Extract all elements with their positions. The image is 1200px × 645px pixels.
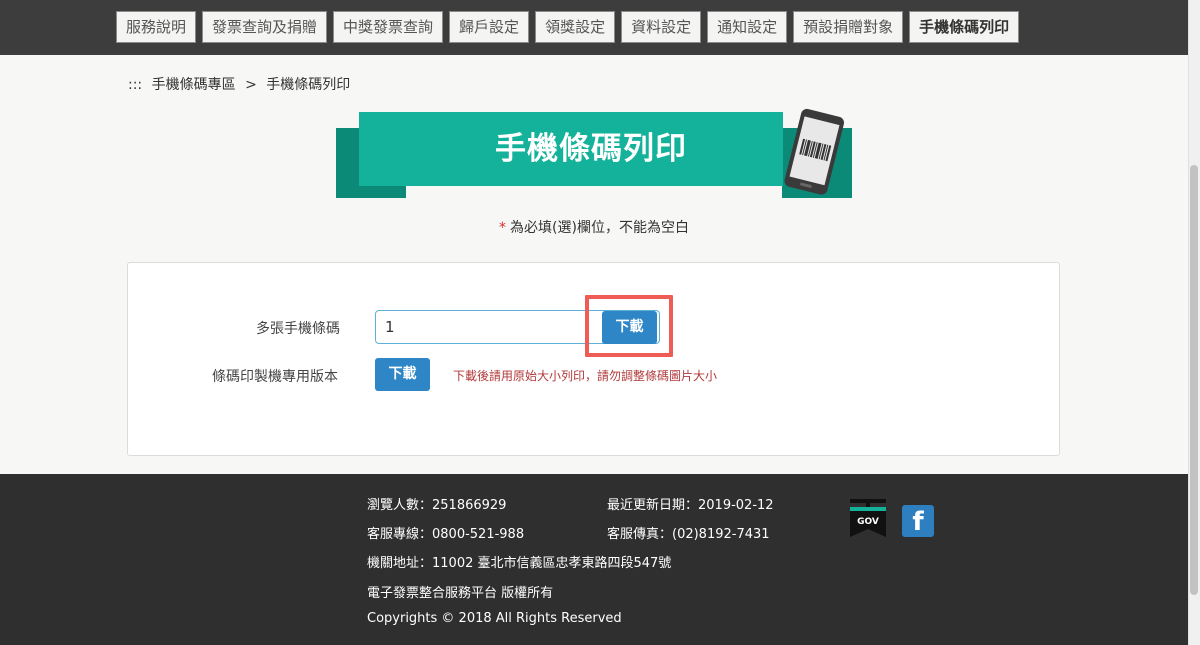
footer-platform: 電子發票整合服務平台 版權所有 (367, 586, 554, 601)
nav-item-carrier-setting[interactable]: 歸戶設定 (449, 11, 530, 43)
footer-hotline: 客服專線：0800-521-988 (367, 527, 525, 542)
footer-fax: 客服傳真：(02)8192-7431 (607, 527, 770, 542)
nav-item-prize-setting[interactable]: 領獎設定 (535, 11, 616, 43)
gov-icon-label: GOV (857, 517, 879, 527)
footer-address: 機關地址：11002 臺北市信義區忠孝東路四段547號 (367, 556, 672, 571)
highlight-box (585, 295, 673, 357)
gov-icon[interactable]: GOV (848, 499, 888, 539)
multi-barcode-label: 多張手機條碼 (256, 321, 340, 337)
nav-item-default-donation[interactable]: 預設捐贈對象 (793, 11, 904, 43)
breadcrumb-prefix: ::: (128, 77, 143, 93)
nav-item-service-info[interactable]: 服務說明 (116, 11, 197, 43)
nav-item-barcode-print[interactable]: 手機條碼列印 (909, 11, 1020, 43)
scrollbar-thumb[interactable] (1190, 165, 1198, 595)
breadcrumb-separator: > (245, 77, 257, 93)
required-note-text: 為必填(選)欄位，不能為空白 (510, 220, 689, 236)
page-banner: 手機條碼列印 (336, 108, 852, 198)
print-size-warning: 下載後請用原始大小列印，請勿調整條碼圖片大小 (453, 369, 718, 383)
required-star: * (499, 220, 507, 236)
footer-copyright: Copyrights © 2018 All Rights Reserved (367, 611, 622, 626)
phone-barcode-icon (784, 108, 845, 195)
form-panel (127, 262, 1060, 456)
breadcrumb-section[interactable]: 手機條碼專區 (152, 77, 236, 93)
required-fields-note: * 為必填(選)欄位，不能為空白 (0, 217, 1188, 237)
footer-visitors: 瀏覽人數：251866929 (367, 498, 507, 513)
breadcrumb-current: 手機條碼列印 (266, 77, 351, 93)
breadcrumb: ::: 手機條碼專區 > 手機條碼列印 (128, 74, 355, 94)
page-title: 手機條碼列印 (495, 131, 687, 167)
nav-item-notify-setting[interactable]: 通知設定 (707, 11, 788, 43)
facebook-icon[interactable]: f (902, 505, 934, 537)
main-nav: 服務說明 發票查詢及捐贈 中獎發票查詢 歸戶設定 領獎設定 資料設定 通知設定 … (116, 11, 1020, 43)
nav-item-winning-query[interactable]: 中獎發票查詢 (333, 11, 444, 43)
nav-item-invoice-query[interactable]: 發票查詢及捐贈 (202, 11, 328, 43)
nav-item-data-setting[interactable]: 資料設定 (621, 11, 702, 43)
printer-version-download-button[interactable]: 下載 (375, 358, 430, 391)
top-nav-bar: 服務說明 發票查詢及捐贈 中獎發票查詢 歸戶設定 領獎設定 資料設定 通知設定 … (0, 0, 1188, 55)
printer-version-label: 條碼印製機專用版本 (212, 369, 338, 385)
footer-updated-date: 最近更新日期：2019-02-12 (607, 498, 774, 513)
